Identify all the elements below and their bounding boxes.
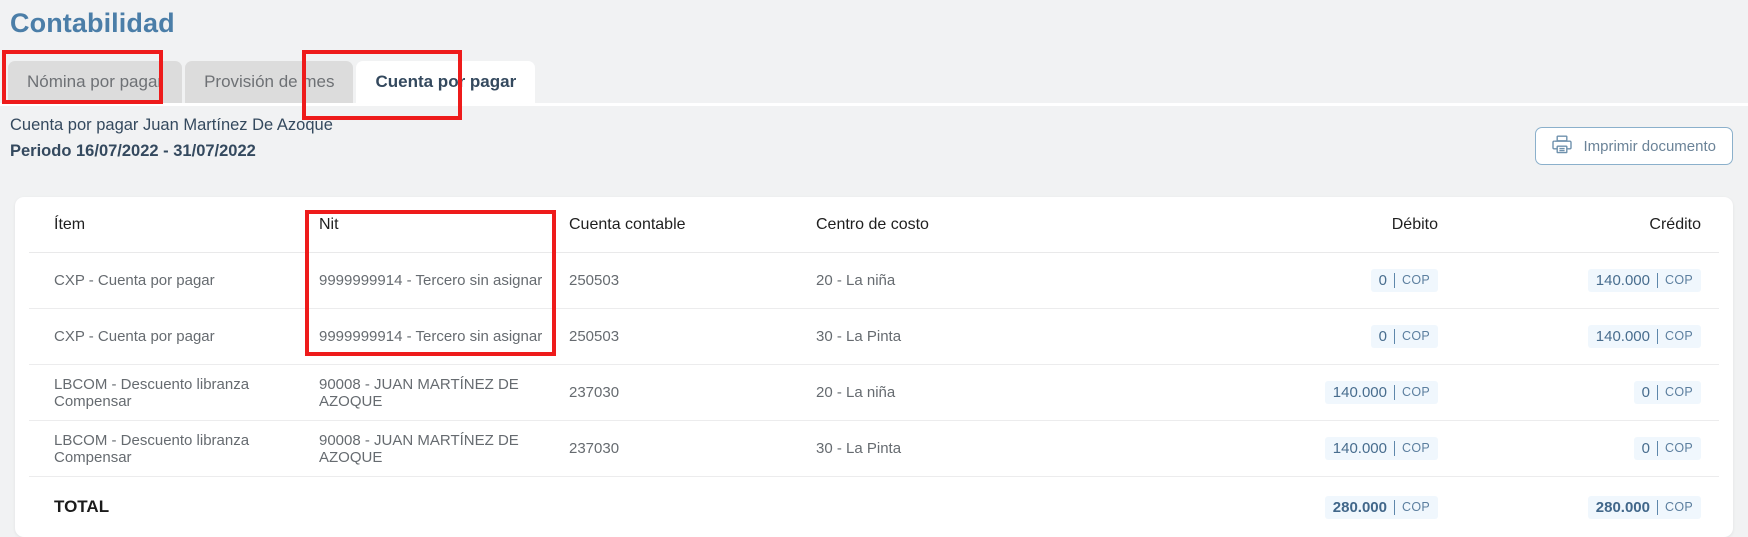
- amount-badge: 280.000 COP: [1324, 495, 1438, 519]
- amount-value: 280.000: [1332, 498, 1387, 516]
- column-header-cuenta: Cuenta contable: [569, 215, 686, 233]
- cell-item: LBCOM - Descuento libranza Compensar: [54, 431, 250, 466]
- column-header-nit: Nit: [319, 215, 339, 233]
- amount-badge: 280.000 COP: [1587, 495, 1701, 519]
- amount-value: 140.000: [1595, 272, 1650, 289]
- amount-currency: COP: [1665, 329, 1693, 344]
- tab-cuenta-por-pagar[interactable]: Cuenta por pagar: [356, 61, 536, 103]
- amount-badge: 140.000 COP: [1587, 325, 1701, 348]
- cell-cuenta: 250503: [569, 272, 620, 289]
- column-header-item: Ítem: [54, 215, 86, 233]
- cell-debito: 0 COP: [1186, 325, 1464, 348]
- column-header-credito: Crédito: [1649, 215, 1701, 233]
- accounting-page: Contabilidad Nómina por pagar Provisión …: [0, 0, 1748, 537]
- cell-nit: 90008 - JUAN MARTÍNEZ DE AZOQUE: [319, 431, 519, 466]
- tab-label: Cuenta por pagar: [375, 72, 517, 91]
- printer-icon: [1552, 135, 1573, 158]
- print-document-label: Imprimir documento: [1583, 137, 1716, 155]
- cell-nit: 9999999914 - Tercero sin asignar: [319, 272, 543, 289]
- cell-nit: 90008 - JUAN MARTÍNEZ DE AZOQUE: [319, 375, 519, 410]
- amount-value: 140.000: [1332, 440, 1387, 457]
- table-total-row: TOTAL 280.000 COP 280.000 COP: [29, 477, 1719, 537]
- table-row[interactable]: CXP - Cuenta por pagar 9999999914 - Terc…: [29, 253, 1719, 309]
- cell-centro: 20 - La niña: [816, 272, 896, 289]
- table-row[interactable]: CXP - Cuenta por pagar 9999999914 - Terc…: [29, 309, 1719, 365]
- cell-credito: 140.000 COP: [1464, 325, 1719, 348]
- amount-value: 0: [1641, 440, 1650, 457]
- accounting-entries-table: Ítem Nit Cuenta contable Centro de costo…: [15, 197, 1733, 537]
- cell-item: CXP - Cuenta por pagar: [54, 328, 215, 345]
- amount-currency: COP: [1665, 499, 1693, 514]
- amount-value: 140.000: [1332, 384, 1387, 401]
- amount-badge: 0 COP: [1633, 381, 1701, 404]
- cell-centro: 30 - La Pinta: [816, 328, 902, 345]
- tab-bar: Nómina por pagar Provisión de mes Cuenta…: [8, 61, 536, 103]
- cell-debito: 0 COP: [1186, 269, 1464, 292]
- amount-value: 280.000: [1595, 498, 1650, 516]
- document-period: Periodo 16/07/2022 - 31/07/2022: [10, 142, 256, 160]
- amount-currency: COP: [1402, 499, 1430, 514]
- amount-currency: COP: [1665, 441, 1693, 456]
- cell-item: LBCOM - Descuento libranza Compensar: [54, 375, 250, 410]
- cell-credito: 140.000 COP: [1464, 269, 1719, 292]
- amount-currency: COP: [1665, 385, 1693, 400]
- cell-centro: 30 - La Pinta: [816, 440, 902, 457]
- amount-currency: COP: [1665, 273, 1693, 288]
- amount-badge: 0 COP: [1633, 437, 1701, 460]
- print-document-button[interactable]: Imprimir documento: [1535, 127, 1733, 165]
- column-header-debito: Débito: [1391, 215, 1438, 233]
- amount-badge: 140.000 COP: [1587, 269, 1701, 292]
- cell-item: CXP - Cuenta por pagar: [54, 272, 215, 289]
- table-row[interactable]: LBCOM - Descuento libranza Compensar 900…: [29, 365, 1719, 421]
- tab-label: Nómina por pagar: [27, 72, 164, 91]
- page-title: Contabilidad: [10, 8, 175, 38]
- tab-label: Provisión de mes: [204, 72, 335, 91]
- cell-cuenta: 237030: [569, 440, 620, 457]
- column-header-centro: Centro de costo: [816, 215, 929, 233]
- total-debito: 280.000 COP: [1186, 495, 1464, 519]
- amount-badge: 0 COP: [1370, 269, 1438, 292]
- amount-badge: 0 COP: [1370, 325, 1438, 348]
- table-header-row: Ítem Nit Cuenta contable Centro de costo…: [29, 197, 1719, 253]
- cell-cuenta: 250503: [569, 328, 620, 345]
- amount-value: 0: [1378, 272, 1387, 289]
- amount-value: 140.000: [1595, 328, 1650, 345]
- cell-cuenta: 237030: [569, 384, 620, 401]
- amount-currency: COP: [1402, 273, 1430, 288]
- document-title: Cuenta por pagar Juan Martínez De Azoque: [10, 116, 333, 134]
- document-subheader: Cuenta por pagar Juan Martínez De Azoque…: [10, 112, 333, 164]
- cell-credito: 0 COP: [1464, 437, 1719, 460]
- cell-debito: 140.000 COP: [1186, 437, 1464, 460]
- amount-badge: 140.000 COP: [1324, 437, 1438, 460]
- amount-currency: COP: [1402, 385, 1430, 400]
- cell-centro: 20 - La niña: [816, 384, 896, 401]
- table-row[interactable]: LBCOM - Descuento libranza Compensar 900…: [29, 421, 1719, 477]
- amount-currency: COP: [1402, 329, 1430, 344]
- cell-nit: 9999999914 - Tercero sin asignar: [319, 328, 543, 345]
- amount-badge: 140.000 COP: [1324, 381, 1438, 404]
- total-label: TOTAL: [54, 497, 110, 516]
- amount-value: 0: [1641, 384, 1650, 401]
- cell-debito: 140.000 COP: [1186, 381, 1464, 404]
- tab-provision-de-mes[interactable]: Provisión de mes: [185, 61, 354, 103]
- tab-nomina-por-pagar[interactable]: Nómina por pagar: [8, 61, 183, 103]
- total-credito: 280.000 COP: [1464, 495, 1719, 519]
- amount-value: 0: [1378, 328, 1387, 345]
- cell-credito: 0 COP: [1464, 381, 1719, 404]
- tab-underline: [0, 103, 1748, 106]
- amount-currency: COP: [1402, 441, 1430, 456]
